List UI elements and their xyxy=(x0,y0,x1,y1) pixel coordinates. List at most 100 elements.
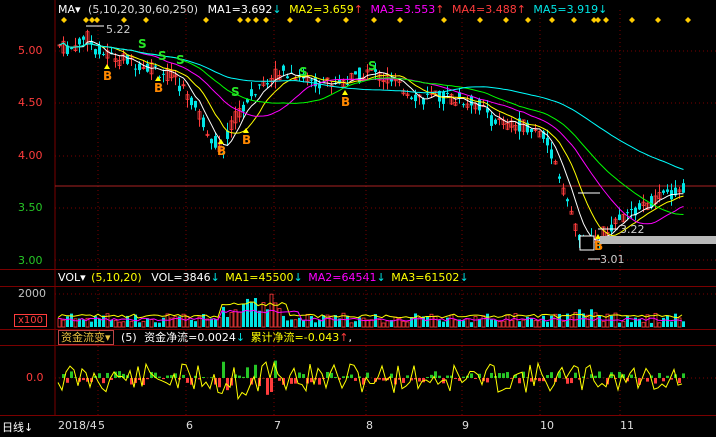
candle-body xyxy=(462,104,465,106)
volume-bar xyxy=(377,319,382,328)
flow-bar xyxy=(654,378,657,384)
flow-bar xyxy=(302,374,305,378)
volume-bar xyxy=(117,321,122,328)
event-diamond xyxy=(549,17,555,23)
volume-bar xyxy=(381,322,386,328)
candle-body xyxy=(70,48,73,50)
volume-bar xyxy=(190,319,193,327)
flow-bar xyxy=(662,378,665,382)
sell-signal-label: S xyxy=(231,85,240,99)
volume-bar xyxy=(349,322,354,328)
flow-bar xyxy=(254,364,257,378)
candle-body xyxy=(494,119,497,124)
volume-bar xyxy=(194,321,197,327)
sell-signal-label: S xyxy=(158,49,167,63)
sell-signal-label: S xyxy=(176,53,185,67)
volume-bar xyxy=(261,302,266,328)
flow-bar xyxy=(598,371,601,378)
flow-bar xyxy=(98,373,101,378)
flow-bar xyxy=(106,372,109,378)
event-diamond xyxy=(315,17,321,23)
volume-bar xyxy=(361,317,366,328)
sell-signal-label: S xyxy=(138,37,147,51)
flow-bar xyxy=(166,375,169,378)
candle-body xyxy=(138,63,141,71)
volume-bar xyxy=(426,316,429,327)
support-level-bar xyxy=(600,236,716,244)
flow-bar xyxy=(470,373,473,378)
price-chart-canvas[interactable]: BBBBBBSS SSS S 5.22 3.22 3.01 xyxy=(0,0,716,437)
candle-body xyxy=(254,94,257,96)
event-diamond xyxy=(253,17,259,23)
event-diamond xyxy=(525,17,531,23)
flow-bar xyxy=(490,372,493,378)
volume-bar xyxy=(214,319,217,327)
flow-bar xyxy=(506,372,509,378)
flow-bar xyxy=(438,375,441,378)
flow-bar xyxy=(82,378,85,381)
volume-bar xyxy=(138,322,141,327)
flow-bar xyxy=(70,371,73,378)
volume-bar xyxy=(98,318,101,327)
event-diamond xyxy=(571,17,577,23)
volume-bar xyxy=(630,322,633,327)
volume-bar xyxy=(293,319,298,328)
volume-bar xyxy=(258,310,261,327)
event-diamond xyxy=(477,17,483,23)
volume-bar xyxy=(618,322,621,327)
volume-bar xyxy=(358,317,361,327)
volume-bar xyxy=(657,322,662,328)
flow-bar xyxy=(222,361,225,378)
volume-bar xyxy=(465,318,470,328)
flow-bar xyxy=(406,375,409,378)
flow-bar xyxy=(266,378,269,395)
volume-bar xyxy=(393,316,398,328)
flow-bar xyxy=(462,376,465,378)
flow-bar xyxy=(278,378,281,381)
candle-body xyxy=(282,65,285,71)
flow-bar xyxy=(158,376,161,378)
volume-bar xyxy=(470,322,473,327)
volume-bar xyxy=(222,306,225,327)
low-price-label: 3.01 xyxy=(600,253,625,266)
event-diamond xyxy=(441,17,447,23)
flow-bar xyxy=(218,378,221,388)
flow-bar xyxy=(426,376,429,378)
event-diamond xyxy=(685,17,691,23)
flow-bar xyxy=(546,375,549,378)
candle-body xyxy=(566,199,569,202)
volume-bar xyxy=(185,316,190,328)
candle-body xyxy=(662,190,665,193)
volume-bar xyxy=(310,316,313,327)
candle-body xyxy=(490,115,493,126)
event-diamond xyxy=(94,17,100,23)
volume-bar xyxy=(578,309,581,327)
flow-bar xyxy=(182,374,185,378)
flow-bar xyxy=(474,378,477,379)
mid-price-label: 3.22 xyxy=(620,223,645,236)
volume-bar xyxy=(237,311,242,328)
event-diamond xyxy=(237,17,243,23)
volume-bar xyxy=(302,320,305,327)
candle-body xyxy=(414,94,417,102)
volume-bar xyxy=(226,316,229,327)
event-diamond xyxy=(83,17,89,23)
volume-bar xyxy=(442,321,445,327)
event-diamond xyxy=(371,17,377,23)
buy-sell-signals: BBBBBBSS SSS S xyxy=(103,37,603,253)
flow-bar xyxy=(402,378,405,383)
candle-body xyxy=(190,97,193,106)
flow-bar xyxy=(366,372,369,378)
candle-body xyxy=(682,183,685,193)
flow-bar xyxy=(146,378,149,380)
volume-bar xyxy=(154,322,157,327)
buy-signal-label: B xyxy=(103,69,112,83)
volume-bar xyxy=(497,321,502,328)
flow-bar xyxy=(342,376,345,378)
candle-body xyxy=(242,104,245,112)
flow-bar xyxy=(418,378,421,382)
candle-body xyxy=(530,128,533,133)
volume-bar xyxy=(546,321,549,327)
flow-bar xyxy=(486,378,489,383)
candle-body xyxy=(102,53,105,55)
